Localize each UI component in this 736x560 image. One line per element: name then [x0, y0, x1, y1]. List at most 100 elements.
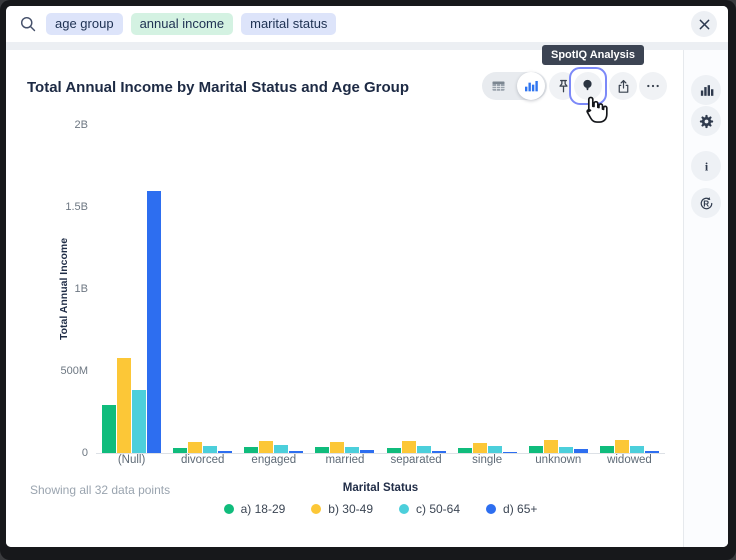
spotiq-tooltip: SpotIQ Analysis — [542, 45, 644, 65]
y-tick-label: 500M — [60, 365, 88, 377]
x-axis-labels: (Null)divorcedengagedmarriedseparatedsin… — [96, 454, 665, 466]
bar[interactable] — [387, 448, 401, 453]
close-icon — [699, 19, 710, 30]
legend-item-b-30-49[interactable]: b) 30-49 — [311, 502, 373, 516]
bar-group-married — [309, 125, 380, 453]
bar[interactable] — [417, 446, 431, 453]
legend-item-c-50-64[interactable]: c) 50-64 — [399, 502, 460, 516]
svg-text:R: R — [703, 199, 709, 208]
legend-dot-icon — [224, 504, 234, 514]
gear-icon — [698, 113, 715, 130]
settings-button[interactable] — [691, 106, 721, 136]
chart-view-button[interactable] — [517, 72, 545, 100]
bar[interactable] — [645, 451, 659, 453]
search-icon — [19, 15, 37, 33]
search-token-annual-income[interactable]: annual income — [131, 13, 234, 35]
bar[interactable] — [132, 390, 146, 453]
legend-dot-icon — [311, 504, 321, 514]
legend-item-d-65-[interactable]: d) 65+ — [486, 502, 537, 516]
bar[interactable] — [345, 447, 359, 453]
x-tick-label: (Null) — [96, 454, 167, 466]
legend-dot-icon — [486, 504, 496, 514]
legend: a) 18-29 b) 30-49 c) 50-64 d) 65+ — [96, 502, 665, 516]
bar-group-null — [96, 125, 167, 453]
bar[interactable] — [117, 358, 131, 453]
bar[interactable] — [402, 441, 416, 453]
right-sidebar: i R — [683, 50, 728, 547]
page-title: Total Annual Income by Marital Status an… — [27, 79, 409, 96]
bar[interactable] — [600, 446, 614, 453]
x-tick-label: married — [309, 454, 380, 466]
svg-text:i: i — [704, 159, 708, 173]
bar-group-widowed — [594, 125, 665, 453]
r-analysis-button[interactable]: R — [691, 188, 721, 218]
x-tick-label: divorced — [167, 454, 238, 466]
bar[interactable] — [458, 448, 472, 453]
bar-group-unknown — [523, 125, 594, 453]
bar[interactable] — [147, 191, 161, 453]
legend-label: b) 30-49 — [328, 502, 373, 516]
spotiq-focus-ring — [569, 67, 607, 105]
info-button[interactable]: i — [691, 151, 721, 181]
bar[interactable] — [360, 450, 374, 453]
more-options-button[interactable] — [639, 72, 667, 100]
bar[interactable] — [559, 447, 573, 453]
view-toggle[interactable] — [482, 72, 547, 100]
bar[interactable] — [574, 449, 588, 453]
bar[interactable] — [488, 446, 502, 453]
bar[interactable] — [529, 446, 543, 453]
bar[interactable] — [188, 442, 202, 453]
x-tick-label: separated — [381, 454, 452, 466]
answer-panel: Total Annual Income by Marital Status an… — [6, 50, 728, 547]
bar[interactable] — [630, 446, 644, 453]
legend-item-a-18-29[interactable]: a) 18-29 — [224, 502, 286, 516]
x-tick-label: widowed — [594, 454, 665, 466]
app-surface: age group annual income marital status Spo… — [6, 6, 728, 547]
bar[interactable] — [615, 440, 629, 453]
legend-label: c) 50-64 — [416, 502, 460, 516]
share-icon — [615, 78, 632, 95]
bar[interactable] — [203, 446, 217, 453]
y-tick-label: 0 — [82, 447, 88, 459]
close-button[interactable] — [691, 11, 717, 37]
search-token-marital-status[interactable]: marital status — [241, 13, 336, 35]
legend-label: a) 18-29 — [241, 502, 286, 516]
y-tick-label: 1.5B — [65, 201, 88, 213]
x-tick-label: single — [452, 454, 523, 466]
spotiq-analysis-button[interactable] — [574, 72, 602, 100]
x-axis-title: Marital Status — [96, 482, 665, 494]
bar[interactable] — [289, 451, 303, 453]
table-view-button[interactable] — [482, 72, 514, 100]
bar[interactable] — [274, 445, 288, 453]
share-button[interactable] — [609, 72, 637, 100]
plot-area — [96, 125, 665, 454]
bar[interactable] — [259, 441, 273, 453]
x-tick-label: engaged — [238, 454, 309, 466]
bar[interactable] — [102, 405, 116, 453]
search-tokens: age group annual income marital status — [46, 13, 336, 35]
bar-group-divorced — [167, 125, 238, 453]
y-tick-label: 1B — [75, 283, 88, 295]
bar[interactable] — [173, 448, 187, 453]
r-logo-icon: R — [698, 195, 715, 212]
bar[interactable] — [244, 447, 258, 453]
spotiq-bulb-icon — [579, 77, 596, 94]
bar[interactable] — [473, 443, 487, 453]
bar[interactable] — [315, 447, 329, 453]
bar-group-engaged — [238, 125, 309, 453]
x-tick-label: unknown — [523, 454, 594, 466]
bar[interactable] — [544, 440, 558, 453]
search-bar[interactable]: age group annual income marital status — [6, 6, 728, 42]
ellipsis-icon — [645, 78, 661, 94]
legend-dot-icon — [399, 504, 409, 514]
bar[interactable] — [330, 442, 344, 453]
window: age group annual income marital status Spo… — [0, 0, 736, 560]
y-tick-label: 2B — [75, 119, 88, 131]
bar[interactable] — [218, 451, 232, 453]
bar[interactable] — [432, 451, 446, 453]
bar[interactable] — [503, 452, 517, 454]
info-icon: i — [699, 159, 714, 174]
search-token-age-group[interactable]: age group — [46, 13, 123, 35]
chart-config-button[interactable] — [691, 75, 721, 105]
legend-label: d) 65+ — [503, 502, 537, 516]
